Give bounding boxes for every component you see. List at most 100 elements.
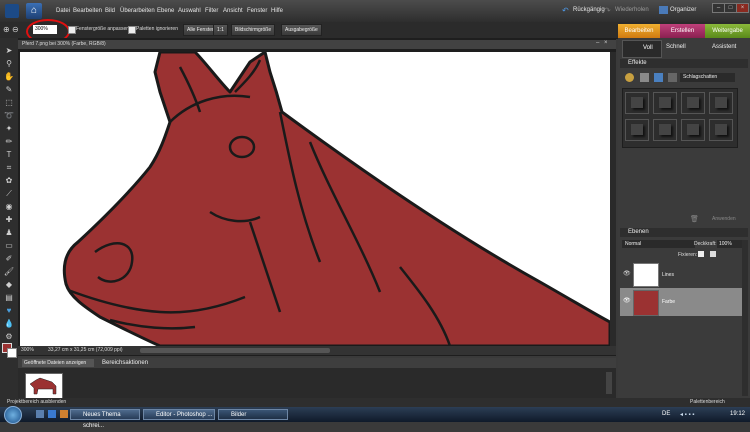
text-tool-icon[interactable]: T <box>3 150 15 160</box>
eraser-icon[interactable]: ▭ <box>3 241 15 251</box>
move-tool-icon[interactable]: ➤ <box>3 46 15 56</box>
clock[interactable]: 19:12 <box>730 411 745 417</box>
bin-dropdown[interactable]: Geöffnete Dateien anzeigen <box>22 359 94 367</box>
vertical-scrollbar[interactable] <box>610 52 616 346</box>
menu-ansicht[interactable]: Ansicht <box>223 8 243 14</box>
effect-thumb[interactable] <box>625 92 649 114</box>
shape-tool-icon[interactable]: ♥ <box>3 306 15 316</box>
bin-actions[interactable]: Bereichsaktionen <box>102 360 148 366</box>
effect-thumb[interactable] <box>709 92 733 114</box>
gradient-icon[interactable]: ▤ <box>3 293 15 303</box>
task-browser[interactable]: Neues Thema schrei... <box>70 409 140 429</box>
visibility-eye-icon[interactable]: 👁 <box>623 297 631 304</box>
tab-bearbeiten[interactable]: Bearbeiten <box>618 24 660 38</box>
crop-tool-icon[interactable]: ⌗ <box>3 163 15 173</box>
mode-schnell[interactable]: Schnell <box>666 44 686 50</box>
mode-voll[interactable]: Voll <box>622 40 662 58</box>
effect-thumb[interactable] <box>681 119 705 141</box>
redo-icon[interactable]: ↷ <box>604 6 611 15</box>
selection-brush-icon[interactable]: ✏ <box>3 137 15 147</box>
eyedropper-icon[interactable]: ✎ <box>3 85 15 95</box>
hand-tool-icon[interactable]: ✋ <box>3 72 15 82</box>
layers-header[interactable]: Ebenen <box>620 228 748 237</box>
zoom-out-icon[interactable]: ⊖ <box>12 25 19 34</box>
home-icon[interactable]: ⌂ <box>26 3 42 19</box>
visibility-eye-icon[interactable]: 👁 <box>623 270 631 277</box>
menu-ebene[interactable]: Ebene <box>157 8 174 14</box>
close-icon[interactable]: × <box>736 3 749 13</box>
effects-header[interactable]: Effekte <box>620 59 748 68</box>
sponge-tool-icon[interactable]: ⚙ <box>3 332 15 342</box>
cookie-cutter-icon[interactable]: ✿ <box>3 176 15 186</box>
blur-tool-icon[interactable]: 💧 <box>3 319 15 329</box>
organizer-icon[interactable] <box>659 6 668 14</box>
zoom-tool-icon[interactable]: ⚲ <box>3 59 15 69</box>
effects-dropdown[interactable]: Schlagschatten <box>680 73 735 82</box>
trash-icon[interactable]: 🗑 <box>690 215 699 223</box>
doc-close-icon[interactable]: × <box>604 40 608 46</box>
apply-button[interactable]: Anwenden <box>712 216 736 222</box>
tab-erstellen[interactable]: Erstellen <box>660 24 705 38</box>
red-eye-icon[interactable]: ◉ <box>3 202 15 212</box>
filters-icon[interactable] <box>625 73 634 82</box>
hide-project-bin[interactable]: Projektbereich ausblenden <box>7 399 66 405</box>
undo-icon[interactable]: ↶ <box>562 6 569 15</box>
menu-filter[interactable]: Filter <box>205 8 218 14</box>
undo-button[interactable]: Rückgängig <box>573 7 605 13</box>
menu-fenster[interactable]: Fenster <box>247 8 267 14</box>
task-bilder[interactable]: Bilder <box>218 409 288 420</box>
marquee-tool-icon[interactable]: ⬚ <box>3 98 15 108</box>
print-size-button[interactable]: Ausgabegröße <box>281 24 322 36</box>
fit-screen-button[interactable]: Bildschirmgröße <box>231 24 276 36</box>
redo-button[interactable]: Wiederholen <box>615 7 649 13</box>
status-zoom[interactable]: 300% <box>21 347 34 353</box>
menu-auswahl[interactable]: Auswahl <box>178 8 201 14</box>
brush-icon[interactable]: 🖌 <box>3 267 15 277</box>
horizontal-scrollbar[interactable] <box>140 348 330 353</box>
task-photoshop[interactable]: Editor - Photoshop ... <box>143 409 215 420</box>
menu-hilfe[interactable]: Hilfe <box>271 8 283 14</box>
menu-ueberarbeiten[interactable]: Überarbeiten <box>120 8 155 14</box>
quicklaunch-icon[interactable] <box>60 410 68 418</box>
effect-thumb[interactable] <box>653 119 677 141</box>
lock-transparent-icon[interactable] <box>698 251 704 257</box>
organizer-button[interactable]: Organizer <box>670 7 696 13</box>
resize-windows-checkbox[interactable] <box>68 26 76 34</box>
effect-thumb[interactable] <box>681 92 705 114</box>
clone-stamp-icon[interactable]: ♟ <box>3 228 15 238</box>
menu-bild[interactable]: Bild <box>105 8 115 14</box>
menu-bearbeiten[interactable]: Bearbeiten <box>73 8 102 14</box>
photo-effects-icon[interactable] <box>654 73 663 82</box>
opacity-input[interactable]: 100% <box>717 240 743 248</box>
magic-wand-icon[interactable]: ✦ <box>3 124 15 134</box>
tray-icons[interactable]: ◂ ▪ ▪ ▪ <box>680 411 694 418</box>
mode-assistent[interactable]: Assistent <box>712 44 736 50</box>
show-all-icon[interactable] <box>668 73 677 82</box>
tab-weitergabe[interactable]: Weitergabe <box>705 24 750 38</box>
actual-pixels-button[interactable]: 1:1 <box>213 24 228 36</box>
background-color-swatch[interactable] <box>7 348 17 358</box>
quicklaunch-icon[interactable] <box>36 410 44 418</box>
layer-styles-icon[interactable] <box>640 73 649 82</box>
language-indicator[interactable]: DE <box>662 411 670 417</box>
healing-brush-icon[interactable]: ✚ <box>3 215 15 225</box>
menu-datei[interactable]: Datei <box>56 8 70 14</box>
ignore-palettes-checkbox[interactable] <box>128 26 136 34</box>
layers-scrollbar[interactable] <box>742 240 748 396</box>
bin-thumbnail[interactable] <box>25 373 63 399</box>
effect-thumb[interactable] <box>625 119 649 141</box>
image-canvas[interactable] <box>20 52 610 346</box>
blend-mode-select[interactable]: Normal <box>622 240 695 248</box>
zoom-in-icon[interactable]: ⊕ <box>3 25 10 34</box>
straighten-icon[interactable]: ⟋ <box>3 189 15 199</box>
paint-bucket-icon[interactable]: ◆ <box>3 280 15 290</box>
start-button[interactable] <box>4 406 22 424</box>
effect-thumb[interactable] <box>709 119 733 141</box>
quicklaunch-icon[interactable] <box>48 410 56 418</box>
palette-bin-toggle[interactable]: Palettenbereich <box>690 399 725 405</box>
bin-scrollbar[interactable] <box>606 372 612 394</box>
lock-all-icon[interactable] <box>710 251 716 257</box>
doc-minimize-icon[interactable]: – <box>596 40 599 46</box>
pencil-icon[interactable]: ✐ <box>3 254 15 264</box>
effect-thumb[interactable] <box>653 92 677 114</box>
